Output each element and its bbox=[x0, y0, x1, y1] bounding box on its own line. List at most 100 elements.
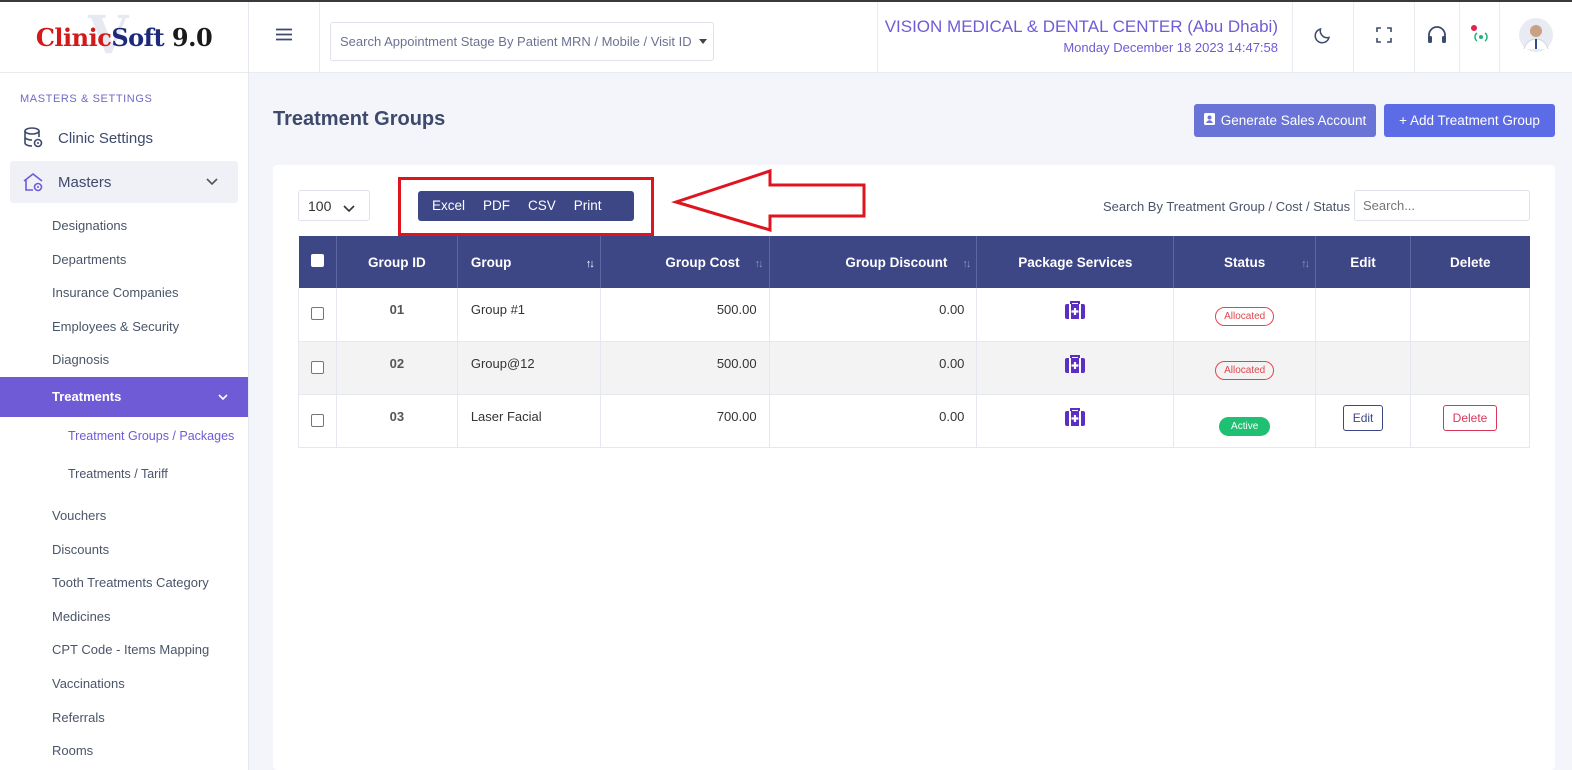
export-print-button[interactable]: Print bbox=[565, 191, 611, 221]
button-label: Generate Sales Account bbox=[1220, 113, 1367, 128]
page-title: Treatment Groups bbox=[273, 108, 446, 130]
sidebar-sub-rooms[interactable]: Rooms bbox=[0, 734, 248, 768]
select-all-header[interactable] bbox=[298, 236, 337, 288]
export-csv-button[interactable]: CSV bbox=[519, 191, 565, 221]
logo-text: ClinicSoft 9.0 bbox=[35, 22, 213, 52]
cell-edit: Edit bbox=[1315, 394, 1412, 447]
cell-edit bbox=[1315, 288, 1412, 341]
home-settings-icon bbox=[22, 171, 44, 193]
menu-toggle-button[interactable] bbox=[249, 2, 320, 72]
chevron-down-icon bbox=[218, 377, 228, 417]
cell-edit bbox=[1315, 341, 1412, 394]
select-all-checkbox[interactable] bbox=[310, 254, 324, 267]
edit-button[interactable]: Edit bbox=[1342, 404, 1384, 431]
cell-group-discount: 0.00 bbox=[769, 288, 978, 341]
sidebar-sub-vaccinations[interactable]: Vaccinations bbox=[0, 667, 248, 701]
column-header-group-cost[interactable]: Group Cost ↑↓ bbox=[600, 236, 770, 288]
generate-sales-account-button[interactable]: Generate Sales Account bbox=[1194, 104, 1376, 137]
button-label: + Add Treatment Group bbox=[1399, 113, 1540, 128]
appointment-search-select[interactable]: Search Appointment Stage By Patient MRN … bbox=[330, 22, 714, 61]
cell-package-services bbox=[976, 394, 1175, 447]
moon-icon bbox=[1314, 26, 1332, 49]
sort-icon: ↑↓ bbox=[962, 258, 971, 270]
brand-logo[interactable]: V ClinicSoft 9.0 bbox=[0, 2, 248, 73]
status-badge: Active bbox=[1219, 416, 1271, 436]
sidebar-sub-employees-security[interactable]: Employees & Security bbox=[0, 310, 248, 344]
table-row: 03 Laser Facial 700.00 0.00 Active Edit … bbox=[298, 394, 1530, 447]
status-badge: Allocated bbox=[1215, 360, 1275, 380]
row-checkbox[interactable] bbox=[310, 413, 324, 427]
sidebar-sub-diagnosis[interactable]: Diagnosis bbox=[0, 343, 248, 377]
sidebar-sub-referrals[interactable]: Referrals bbox=[0, 701, 248, 735]
export-excel-button[interactable]: Excel bbox=[423, 191, 474, 221]
column-header-group[interactable]: Group ↑↓ bbox=[457, 236, 601, 288]
medical-kit-icon[interactable] bbox=[1064, 354, 1086, 377]
dark-mode-button[interactable] bbox=[1293, 2, 1354, 72]
headset-icon bbox=[1426, 25, 1448, 50]
search-select-placeholder: Search Appointment Stage By Patient MRN … bbox=[340, 34, 692, 49]
cell-group-discount: 0.00 bbox=[769, 394, 978, 447]
treatment-groups-table: Group ID Group ↑↓ Group Cost ↑↓ Group Disc… bbox=[298, 236, 1530, 448]
cell-group: Group@12 bbox=[457, 341, 601, 394]
table-row: 02 Group@12 500.00 0.00 Allocated bbox=[298, 341, 1530, 394]
clinic-info: VISION MEDICAL & DENTAL CENTER (Abu Dhab… bbox=[877, 2, 1293, 72]
sidebar-sub-treatments[interactable]: Treatments bbox=[0, 376, 248, 417]
cell-delete: Delete bbox=[1410, 394, 1530, 447]
cell-group-id: 02 bbox=[336, 341, 458, 394]
support-button[interactable] bbox=[1415, 2, 1460, 72]
sidebar-subsub-treatments-tariff[interactable]: Treatments / Tariff bbox=[0, 455, 248, 493]
table-row: 01 Group #1 500.00 0.00 Allocated bbox=[298, 288, 1530, 341]
sidebar-sub-medicines[interactable]: Medicines bbox=[0, 600, 248, 634]
clinic-name: VISION MEDICAL & DENTAL CENTER (Abu Dhab… bbox=[884, 17, 1278, 36]
live-status-button[interactable] bbox=[1460, 2, 1500, 72]
fullscreen-icon bbox=[1376, 26, 1392, 48]
cell-status: Allocated bbox=[1173, 288, 1317, 341]
sidebar-sub-cpt-code-mapping[interactable]: CPT Code - Items Mapping bbox=[0, 633, 248, 667]
add-treatment-group-button[interactable]: + Add Treatment Group bbox=[1384, 104, 1555, 137]
sidebar-item-masters[interactable]: Masters bbox=[10, 161, 238, 203]
delete-button[interactable]: Delete bbox=[1442, 404, 1498, 431]
column-header-delete: Delete bbox=[1449, 254, 1491, 270]
sidebar-item-clinic-settings[interactable]: Clinic Settings bbox=[0, 117, 248, 159]
caret-down-icon bbox=[699, 39, 707, 44]
table-search-label: Search By Treatment Group / Cost / Statu… bbox=[1103, 199, 1351, 214]
column-header-status[interactable]: Status ↑↓ bbox=[1173, 236, 1317, 288]
sort-icon: ↑↓ bbox=[585, 258, 595, 270]
medical-kit-icon[interactable] bbox=[1064, 407, 1086, 430]
sidebar-sub-vouchers[interactable]: Vouchers bbox=[0, 499, 248, 533]
cell-group: Laser Facial bbox=[457, 394, 601, 447]
medical-kit-icon[interactable] bbox=[1064, 301, 1086, 323]
sidebar-sub-tooth-treatments-category[interactable]: Tooth Treatments Category bbox=[0, 566, 248, 600]
row-checkbox[interactable] bbox=[310, 360, 324, 374]
column-header-edit: Edit bbox=[1315, 236, 1412, 288]
status-badge: Allocated bbox=[1215, 307, 1275, 326]
sidebar-sub-designations[interactable]: Designations bbox=[0, 209, 248, 243]
sidebar-subsub-treatment-groups[interactable]: Treatment Groups / Packages bbox=[0, 417, 248, 455]
sidebar-item-label: Clinic Settings bbox=[58, 129, 154, 147]
current-datetime: Monday December 18 2023 14:47:58 bbox=[1063, 40, 1278, 55]
sidebar-item-label: Treatments bbox=[52, 388, 122, 404]
user-avatar[interactable] bbox=[1500, 2, 1572, 72]
page-length-value: 100 bbox=[308, 197, 332, 214]
export-button-group: Excel PDF CSV Print bbox=[418, 191, 634, 221]
sidebar-sub-departments[interactable]: Departments bbox=[0, 243, 248, 277]
database-icon bbox=[22, 127, 44, 149]
cell-package-services bbox=[976, 288, 1175, 341]
cell-status: Allocated bbox=[1173, 341, 1317, 394]
sidebar-sub-discounts[interactable]: Discounts bbox=[0, 533, 248, 567]
page-length-select[interactable]: 100 bbox=[298, 190, 370, 221]
cell-delete bbox=[1410, 288, 1530, 341]
sidebar-sub-insurance-companies[interactable]: Insurance Companies bbox=[0, 276, 248, 310]
broadcast-icon bbox=[1469, 24, 1491, 51]
row-checkbox[interactable] bbox=[310, 307, 324, 320]
account-icon bbox=[1203, 113, 1215, 128]
column-header-group-id[interactable]: Group ID bbox=[336, 236, 458, 288]
column-header-group-discount[interactable]: Group Discount ↑↓ bbox=[769, 236, 978, 288]
fullscreen-button[interactable] bbox=[1354, 2, 1415, 72]
table-header-row: Group ID Group ↑↓ Group Cost ↑↓ Group Disc… bbox=[298, 236, 1530, 288]
table-search-input[interactable] bbox=[1354, 190, 1530, 221]
cell-group-cost: 500.00 bbox=[600, 288, 770, 341]
sort-icon: ↑↓ bbox=[754, 258, 764, 270]
export-pdf-button[interactable]: PDF bbox=[474, 191, 519, 221]
sort-icon: ↑↓ bbox=[1301, 258, 1310, 270]
